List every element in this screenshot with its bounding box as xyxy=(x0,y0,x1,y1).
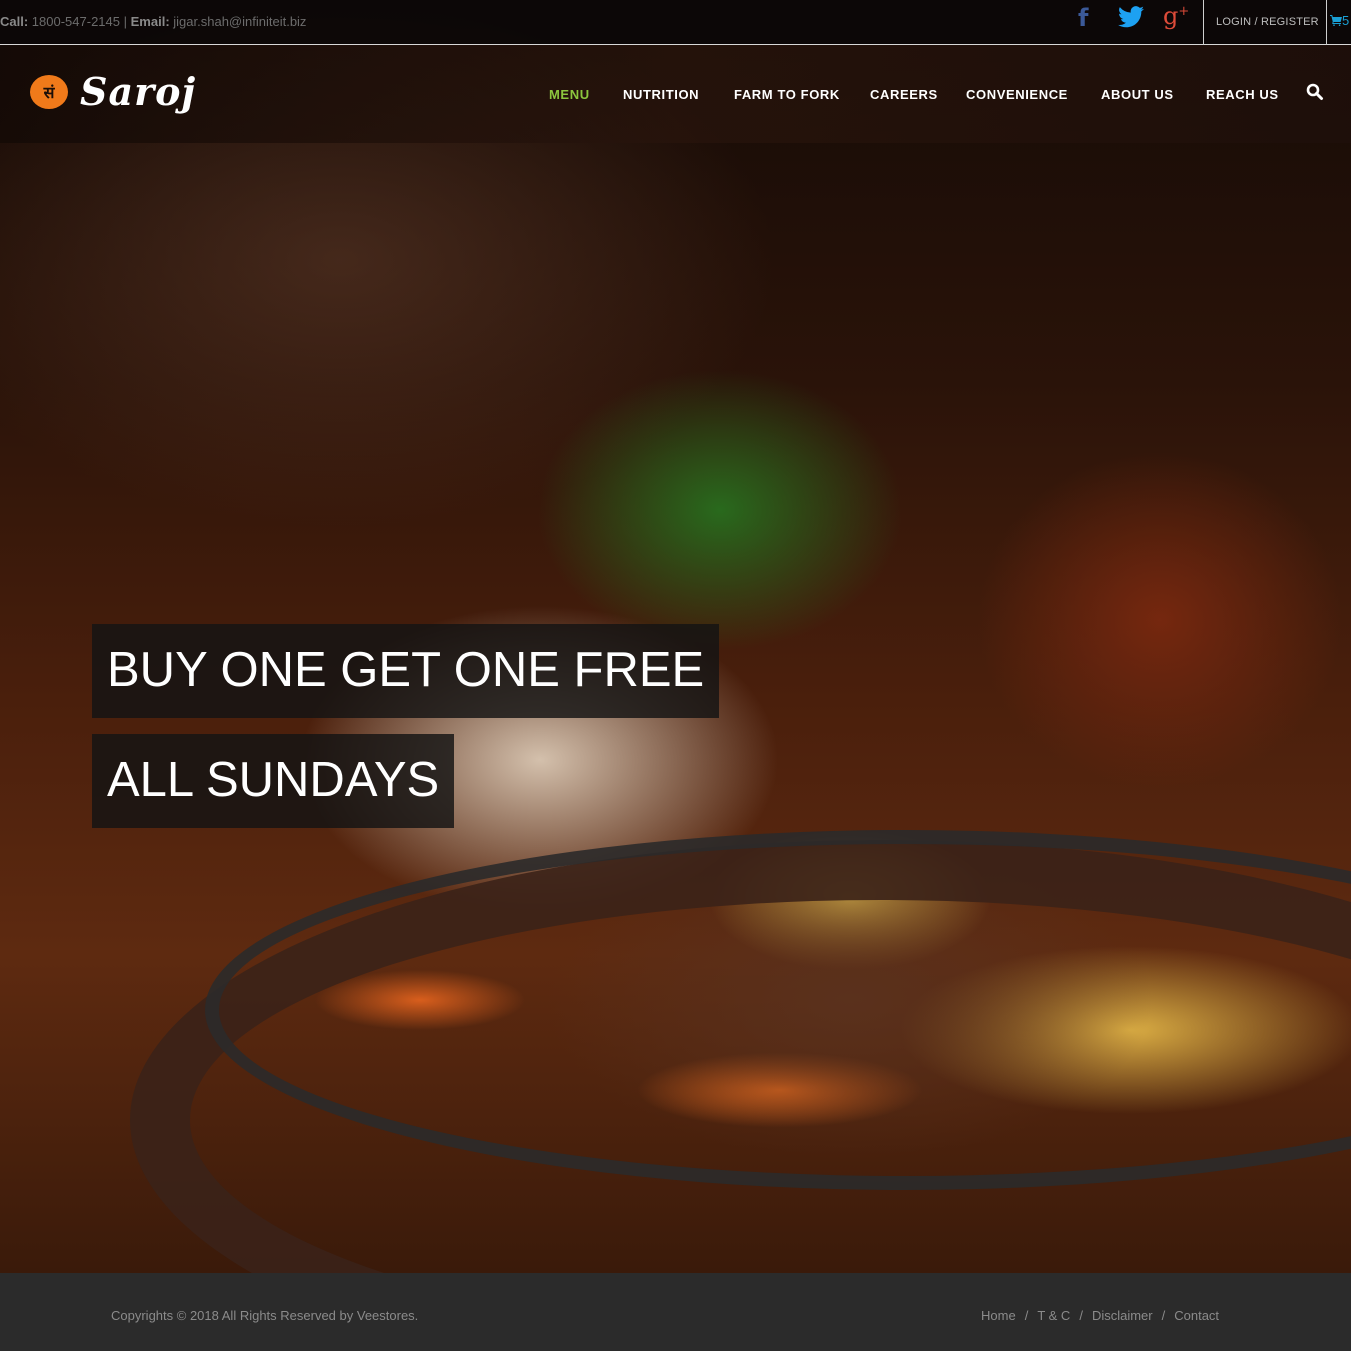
cart-icon xyxy=(1330,15,1342,26)
cart-count: 5 xyxy=(1342,13,1350,28)
google-plus-icon[interactable]: g+ xyxy=(1163,2,1189,30)
copyright-text: Copyrights © 2018 All Rights Reserved by… xyxy=(111,1308,419,1323)
topbar-divider xyxy=(1203,0,1204,45)
contact-info: Call: 1800-547-2145 | Email: jigar.shah@… xyxy=(0,14,306,29)
footer-link-separator: / xyxy=(1079,1308,1083,1323)
footer-link-separator: / xyxy=(1024,1308,1029,1323)
logo-emblem-icon: सं xyxy=(30,75,68,109)
footer-link-contact[interactable]: Contact xyxy=(1174,1308,1219,1323)
nav-item-farm-to-fork[interactable]: FARM TO FORK xyxy=(734,87,840,102)
nav-item-reach-us[interactable]: REACH US xyxy=(1206,87,1279,102)
site-logo[interactable]: सं Saroj xyxy=(30,69,197,119)
footer-link-home[interactable]: Home xyxy=(981,1308,1016,1323)
main-navigation: सं Saroj MENU NUTRITION FARM TO FORK CAR… xyxy=(0,45,1351,143)
call-label: Call: xyxy=(0,14,29,29)
google-plus-glyph: g xyxy=(1163,2,1179,30)
nav-item-about-us[interactable]: ABOUT US xyxy=(1101,87,1174,102)
footer-links: Home / T & C / Disclaimer / Contact xyxy=(981,1308,1219,1323)
contact-separator: | xyxy=(123,14,128,29)
email-label: Email: xyxy=(130,14,170,29)
nav-item-convenience[interactable]: CONVENIENCE xyxy=(966,87,1068,102)
nav-item-nutrition[interactable]: NUTRITION xyxy=(623,87,699,102)
footer-link-separator: / xyxy=(1161,1308,1166,1323)
cart-button[interactable]: 5 xyxy=(1330,13,1349,28)
footer-link-disclaimer[interactable]: Disclaimer xyxy=(1092,1308,1153,1323)
promo-banner-line-2: ALL SUNDAYS xyxy=(92,734,455,828)
topbar-divider xyxy=(1326,0,1327,45)
twitter-icon[interactable] xyxy=(1118,6,1144,34)
footer: Copyrights © 2018 All Rights Reserved by… xyxy=(0,1273,1351,1351)
phone-number[interactable]: 1800-547-2145 xyxy=(32,14,120,29)
email-address[interactable]: jigar.shah@infiniteit.biz xyxy=(173,14,306,29)
google-plus-sup: + xyxy=(1178,4,1190,19)
nav-item-menu[interactable]: MENU xyxy=(549,87,590,102)
login-register-link[interactable]: LOGIN / REGISTER xyxy=(1216,16,1319,28)
top-bar: Call: 1800-547-2145 | Email: jigar.shah@… xyxy=(0,0,1351,45)
facebook-icon[interactable]: f xyxy=(1078,4,1088,32)
nav-item-careers[interactable]: CAREERS xyxy=(870,87,938,102)
promo-banner-line-1: BUY ONE GET ONE FREE xyxy=(92,624,720,718)
footer-link-terms[interactable]: T & C xyxy=(1037,1308,1070,1323)
logo-text: Saroj xyxy=(80,69,197,114)
search-icon[interactable] xyxy=(1306,83,1324,101)
